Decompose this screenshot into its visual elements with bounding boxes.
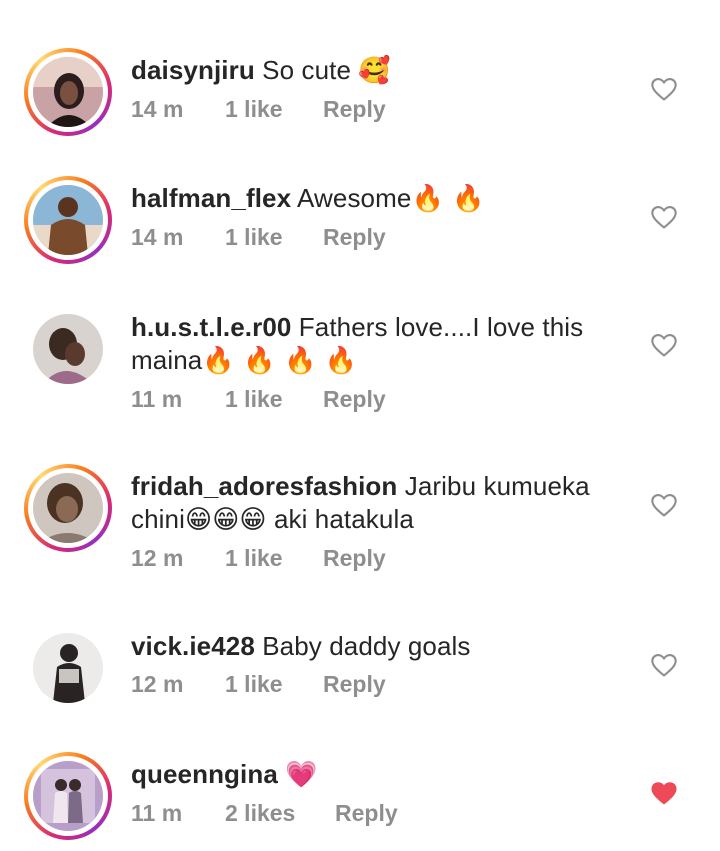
comments-list: daisynjiru So cute 🥰 14 m 1 like Reply h… — [0, 0, 720, 851]
emoji: 🥰 — [358, 56, 391, 86]
heart-filled-icon[interactable] — [650, 779, 678, 807]
emoji: 😁😁😁 — [184, 505, 267, 535]
comment-body: Baby daddy goals — [262, 631, 471, 661]
comment-meta: 14 m 1 like Reply — [131, 96, 631, 123]
reply-button[interactable]: Reply — [323, 224, 386, 251]
comment-likes[interactable]: 1 like — [225, 386, 323, 413]
reply-button[interactable]: Reply — [323, 671, 386, 698]
avatar-image — [33, 185, 103, 255]
comment-meta: 11 m 1 like Reply — [131, 386, 631, 413]
heart-outline-icon[interactable] — [650, 491, 678, 519]
avatar[interactable] — [24, 176, 112, 264]
comment-meta: 11 m 2 likes Reply — [131, 800, 631, 827]
comment-likes[interactable]: 1 like — [225, 224, 323, 251]
comment-body: Awesome — [297, 183, 412, 213]
avatar-image — [33, 633, 103, 703]
comment-text: vick.ie428 Baby daddy goals — [131, 630, 631, 663]
comment-text-line2: maina🔥 🔥 🔥 🔥 — [131, 344, 631, 378]
comment-time: 11 m — [131, 800, 183, 826]
comment-body: So cute — [262, 55, 352, 85]
comment-likes[interactable]: 1 like — [225, 545, 323, 572]
avatar[interactable] — [24, 464, 112, 552]
comment-text: fridah_adoresfashion Jaribu kumueka — [131, 470, 631, 503]
comment-time: 14 m — [131, 224, 184, 250]
reply-button[interactable]: Reply — [335, 800, 398, 827]
comment-meta: 12 m 1 like Reply — [131, 671, 631, 698]
heart-outline-icon[interactable] — [650, 331, 678, 359]
emoji: 🔥 🔥 — [411, 184, 485, 214]
heart-outline-icon[interactable] — [650, 651, 678, 679]
comment-time: 14 m — [131, 96, 184, 122]
reply-button[interactable]: Reply — [323, 96, 386, 123]
avatar[interactable] — [24, 752, 112, 840]
emoji: 💗 — [285, 760, 318, 790]
comment-username[interactable]: fridah_adoresfashion — [131, 471, 397, 501]
comment-meta: 12 m 1 like Reply — [131, 545, 631, 572]
comment-body: Fathers love....I love this — [298, 312, 584, 342]
avatar[interactable] — [24, 305, 112, 393]
comment-body-line2: maina — [131, 345, 203, 375]
comment-username[interactable]: queenngina — [131, 759, 278, 789]
heart-outline-icon[interactable] — [650, 75, 678, 103]
comment-text: daisynjiru So cute 🥰 — [131, 54, 631, 88]
comment-username[interactable]: halfman_flex — [131, 183, 291, 213]
avatar[interactable] — [24, 624, 112, 712]
comment-likes[interactable]: 2 likes — [225, 800, 335, 827]
heart-outline-icon[interactable] — [650, 203, 678, 231]
reply-button[interactable]: Reply — [323, 386, 386, 413]
comment-body-line2: chini — [131, 504, 185, 534]
comment-body: Jaribu kumueka — [404, 471, 590, 501]
comment-meta: 14 m 1 like Reply — [131, 224, 631, 251]
comment-username[interactable]: daisynjiru — [131, 55, 255, 85]
comment-time: 11 m — [131, 386, 183, 412]
comment-text-line2: chini😁😁😁 aki hatakula — [131, 503, 631, 537]
avatar-image — [33, 473, 103, 543]
comment-time: 12 m — [131, 671, 184, 697]
avatar-image — [33, 314, 103, 384]
reply-button[interactable]: Reply — [323, 545, 386, 572]
comment-username[interactable]: vick.ie428 — [131, 631, 255, 661]
comment-likes[interactable]: 1 like — [225, 96, 323, 123]
comment-username[interactable]: h.u.s.t.l.e.r00 — [131, 312, 291, 342]
avatar[interactable] — [24, 48, 112, 136]
comment-text: queenngina 💗 — [131, 758, 631, 792]
emoji: 🔥 🔥 🔥 🔥 — [202, 346, 358, 376]
comment-text: halfman_flex Awesome🔥 🔥 — [131, 182, 631, 216]
comment-text: h.u.s.t.l.e.r00 Fathers love....I love t… — [131, 311, 631, 344]
comment-likes[interactable]: 1 like — [225, 671, 323, 698]
avatar-image — [33, 57, 103, 127]
comment-time: 12 m — [131, 545, 184, 571]
avatar-image — [33, 761, 103, 831]
comment-body-tail: aki hatakula — [273, 504, 414, 534]
